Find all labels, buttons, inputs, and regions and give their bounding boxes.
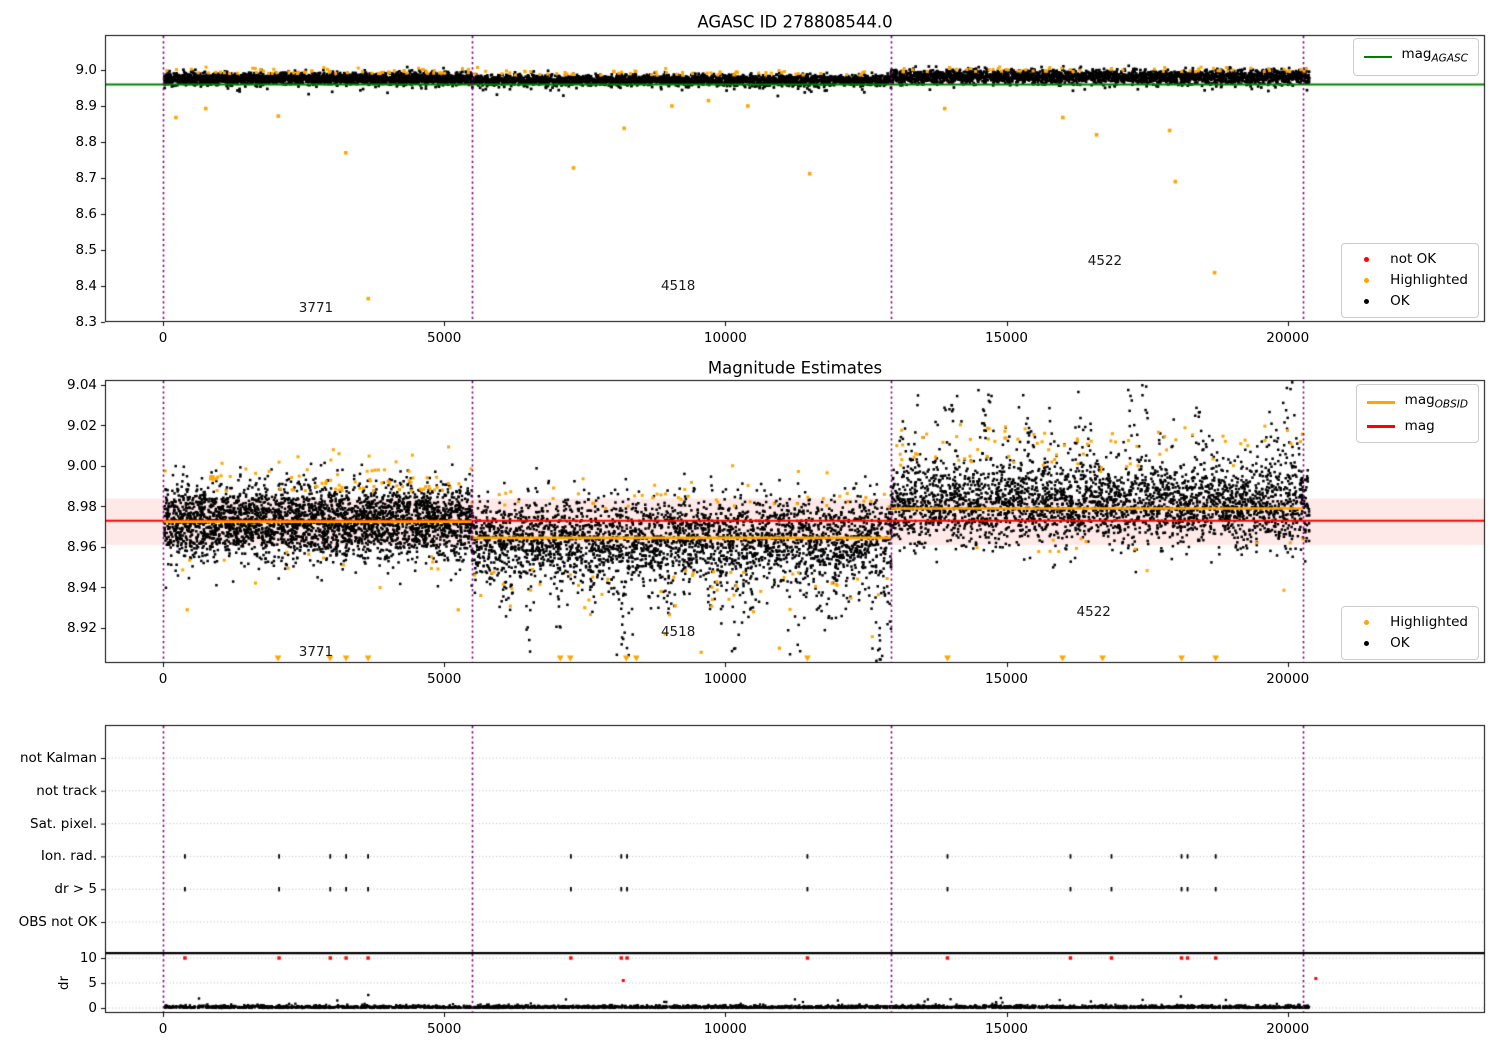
x-tick-label: 10000 <box>703 671 747 687</box>
y-tick-label: 8.7 <box>75 170 97 186</box>
obsid-annotation: 4518 <box>660 278 696 294</box>
legend-label: mag <box>1404 417 1435 434</box>
y-tick-label: 8.92 <box>66 620 97 636</box>
y-tick-label: 8.5 <box>75 242 97 258</box>
flag-row-label: OBS not OK <box>18 914 97 930</box>
legend-dot-swatch <box>1352 278 1380 283</box>
flag-row-label: not track <box>36 782 97 799</box>
legend-label: magOBSID <box>1404 392 1468 411</box>
x-tick-label: 0 <box>158 1021 168 1037</box>
legend-dot-swatch <box>1352 620 1380 625</box>
y-tick-label: 5 <box>88 975 97 991</box>
y-tick-label: 8.98 <box>66 498 97 515</box>
legend-status-top: not OK Highlighted OK <box>1341 243 1479 318</box>
legend-status-mid: Highlighted OK <box>1341 606 1479 660</box>
legend-dot-swatch <box>1352 299 1380 304</box>
legend-dot-swatch <box>1352 257 1380 262</box>
legend-line-swatch <box>1366 401 1395 405</box>
legend-row: mag <box>1366 416 1468 437</box>
plot-canvas <box>0 0 1500 1050</box>
obsid-annotation: 4518 <box>660 624 696 641</box>
y-tick-label: 10 <box>79 950 97 966</box>
dr-axis-label: dr <box>56 975 72 991</box>
x-tick-label: 5000 <box>426 1021 462 1037</box>
x-tick-label: 20000 <box>1266 671 1310 687</box>
y-tick-label: 8.96 <box>66 539 97 555</box>
legend-row: OK <box>1352 291 1468 312</box>
legend-row: not OK <box>1352 249 1468 270</box>
x-tick-label: 15000 <box>985 671 1029 687</box>
legend-line-swatch <box>1366 424 1395 428</box>
legend-label: OK <box>1390 635 1410 651</box>
y-tick-label: 8.4 <box>75 278 97 294</box>
x-tick-label: 10000 <box>703 330 747 346</box>
legend-row: OK <box>1352 633 1468 654</box>
legend-row: magAGASC <box>1363 44 1469 70</box>
legend-label: Highlighted <box>1390 272 1468 288</box>
x-tick-label: 5000 <box>426 671 462 687</box>
y-tick-label: 8.94 <box>66 579 97 596</box>
x-tick-label: 0 <box>158 671 168 687</box>
flag-row-label: dr > 5 <box>54 881 97 898</box>
flag-row-label: Sat. pixel. <box>30 815 97 832</box>
y-tick-label: 8.8 <box>75 134 97 150</box>
legend-row: magOBSID <box>1366 390 1468 416</box>
legend-mag-lines: magOBSID mag <box>1355 384 1479 443</box>
x-tick-label: 15000 <box>985 1021 1029 1037</box>
plot1-title: AGASC ID 278808544.0 <box>697 12 893 32</box>
legend-line-swatch <box>1363 55 1392 58</box>
obsid-annotation: 3771 <box>298 644 334 661</box>
x-tick-label: 15000 <box>985 330 1029 346</box>
y-tick-label: 9.04 <box>66 377 97 393</box>
y-tick-label: 9.02 <box>66 417 97 434</box>
y-tick-label: 8.9 <box>75 98 97 114</box>
y-tick-label: 9.0 <box>75 62 97 78</box>
legend-dot-swatch <box>1352 641 1380 646</box>
obsid-annotation: 4522 <box>1087 252 1123 269</box>
x-tick-label: 20000 <box>1266 1021 1310 1037</box>
legend-label: magAGASC <box>1401 46 1469 65</box>
x-tick-label: 10000 <box>703 1021 747 1037</box>
y-tick-label: 0 <box>88 1000 97 1016</box>
legend-label: not OK <box>1390 251 1437 267</box>
x-tick-label: 5000 <box>426 330 462 346</box>
obsid-annotation: 3771 <box>298 299 334 316</box>
legend-mag-agasc: magAGASC <box>1352 38 1479 76</box>
x-tick-label: 20000 <box>1266 330 1310 346</box>
flag-row-label: Ion. rad. <box>40 848 97 865</box>
figure: AGASC ID 278808544.0 Magnitude Estimates… <box>0 0 1500 1050</box>
legend-row: Highlighted <box>1352 612 1468 633</box>
legend-label: Highlighted <box>1390 614 1468 630</box>
y-tick-label: 9.00 <box>66 458 97 474</box>
y-tick-label: 8.6 <box>75 206 97 222</box>
obsid-annotation: 4522 <box>1076 603 1111 620</box>
legend-label: OK <box>1390 293 1410 309</box>
flag-row-label: not Kalman <box>19 750 97 766</box>
y-tick-label: 8.3 <box>75 314 97 330</box>
legend-row: Highlighted <box>1352 270 1468 291</box>
plot2-title: Magnitude Estimates <box>707 358 883 378</box>
x-tick-label: 0 <box>158 330 168 346</box>
